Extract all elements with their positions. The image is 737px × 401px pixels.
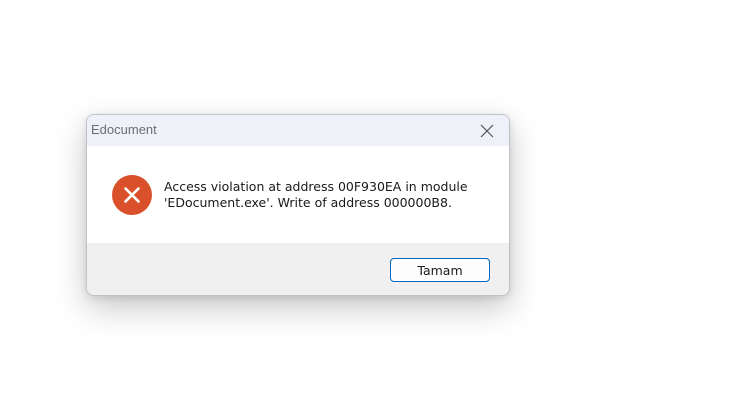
ok-button[interactable]: Tamam [390, 258, 490, 282]
error-icon [112, 175, 152, 215]
dialog-titlebar[interactable]: Edocument [87, 115, 509, 146]
close-icon [480, 124, 494, 137]
close-button[interactable] [465, 115, 509, 146]
error-message: Access violation at address 00F930EA in … [164, 179, 494, 211]
error-dialog: Edocument Access violation at address 00… [86, 114, 510, 296]
error-message-line-1: Access violation at address 00F930EA in … [164, 179, 468, 194]
dialog-footer: Tamam [87, 243, 509, 295]
error-message-line-2: 'EDocument.exe'. Write of address 000000… [164, 195, 452, 210]
dialog-title: Edocument [91, 122, 157, 137]
dialog-body: Access violation at address 00F930EA in … [87, 146, 509, 243]
